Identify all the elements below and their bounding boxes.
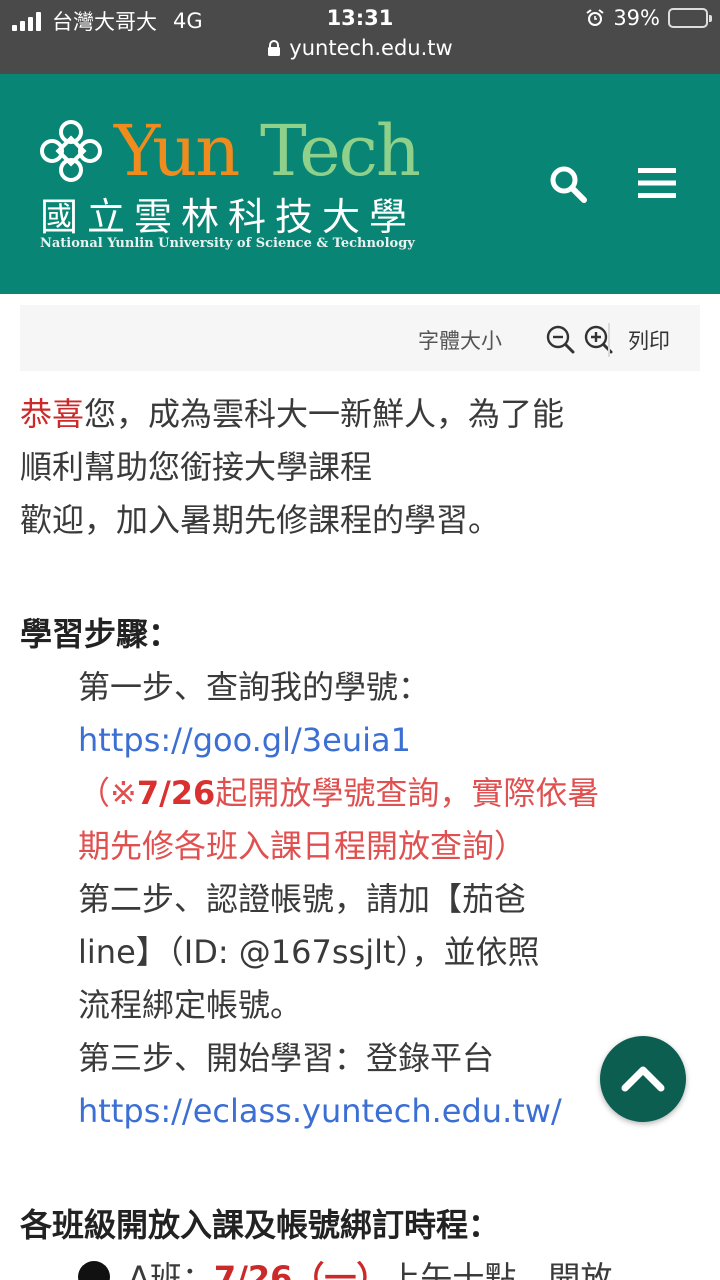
congrats-text: 恭喜 bbox=[20, 395, 85, 433]
logo-english-name: National Yunlin University of Science & … bbox=[40, 236, 415, 251]
step1-note-date: 7/26 bbox=[136, 774, 216, 812]
intro-line-1-rest: 您，成為雲科大一新鮮人，為了能 bbox=[84, 395, 565, 433]
schedule-date: 7/26（一） bbox=[213, 1259, 389, 1280]
schedule-heading: 各班級開放入課及帳號綁訂時程： bbox=[20, 1206, 501, 1244]
font-size-label: 字體大小 bbox=[418, 329, 502, 353]
intro-line-1: 恭喜您，成為雲科大一新鮮人，為了能 bbox=[20, 388, 700, 441]
intro-line-3: 歡迎，加入暑期先修課程的學習。 bbox=[20, 501, 501, 539]
step1-note-rest-1: 起開放學號查詢，實際依暑 bbox=[215, 774, 600, 812]
step3-link-row: https://eclass.yuntech.edu.tw/ bbox=[20, 1085, 700, 1138]
step3-title: 第三步、開始學習：登錄平台 bbox=[78, 1039, 495, 1077]
step2-line-2: line】（ID: @167ssjlt），並依照 bbox=[78, 933, 540, 971]
logo-text-yun: Yun bbox=[114, 110, 240, 192]
flower-logo-icon bbox=[40, 120, 102, 182]
logo-text-tech: Tech bbox=[260, 110, 421, 192]
schedule-class: A班 bbox=[128, 1259, 182, 1280]
schedule-item: A班：7/26（一）上午十點，開放 bbox=[20, 1252, 700, 1280]
search-icon[interactable] bbox=[548, 164, 588, 204]
intro-line-2: 順利幫助您銜接大學課程 bbox=[20, 448, 373, 486]
article-content: 恭喜您，成為雲科大一新鮮人，為了能 順利幫助您銜接大學課程 歡迎，加入暑期先修課… bbox=[20, 388, 700, 1280]
zoom-out-icon[interactable] bbox=[545, 324, 575, 354]
bullet-dot-icon bbox=[78, 1261, 110, 1280]
yuntech-logo[interactable]: Yun Tech 國立雲林科技大學 National Yunlin Univer… bbox=[38, 110, 421, 254]
step1-note-line-1: （※7/26起開放學號查詢，實際依暑 bbox=[20, 767, 700, 820]
schedule-rest: 上午十點，開放 bbox=[388, 1259, 613, 1280]
step2-line-3: 流程綁定帳號。 bbox=[78, 986, 303, 1024]
back-to-top-button[interactable] bbox=[600, 1036, 686, 1122]
print-button[interactable]: 列印 bbox=[628, 325, 670, 355]
url-domain: yuntech.edu.tw bbox=[289, 36, 453, 60]
browser-top-bar: 台灣大哥大 4G 13:31 39% yuntech.edu.tw bbox=[0, 0, 720, 74]
student-id-link[interactable]: https://goo.gl/3euia1 bbox=[78, 721, 411, 759]
hamburger-menu-icon[interactable] bbox=[638, 166, 676, 200]
steps-heading: 學習步驟： bbox=[20, 615, 181, 653]
status-bar: 台灣大哥大 4G 13:31 39% bbox=[0, 0, 720, 38]
chevron-up-icon bbox=[621, 1066, 665, 1092]
logo-chinese-name: 國立雲林科技大學 bbox=[40, 195, 417, 239]
toolbar-divider bbox=[608, 323, 610, 357]
battery-icon bbox=[668, 8, 712, 28]
lock-icon bbox=[268, 40, 281, 56]
site-header: Yun Tech 國立雲林科技大學 National Yunlin Univer… bbox=[0, 74, 720, 294]
step2-line-1: 第二步、認證帳號，請加【茄爸 bbox=[78, 880, 527, 918]
url-bar[interactable]: yuntech.edu.tw bbox=[0, 36, 720, 72]
schedule-sep: ： bbox=[181, 1259, 214, 1280]
step1-link-row: https://goo.gl/3euia1 bbox=[20, 714, 700, 767]
font-toolbar: 字體大小 列印 bbox=[20, 305, 700, 371]
step1-note-open: （※ bbox=[78, 774, 137, 812]
status-right: 39% bbox=[585, 6, 712, 30]
step1-note-line-2: 期先修各班入課日程開放查詢） bbox=[78, 827, 527, 865]
battery-percent: 39% bbox=[613, 6, 660, 30]
alarm-icon bbox=[586, 9, 604, 26]
eclass-link[interactable]: https://eclass.yuntech.edu.tw/ bbox=[78, 1092, 562, 1130]
step1-title: 第一步、查詢我的學號： bbox=[78, 668, 431, 706]
